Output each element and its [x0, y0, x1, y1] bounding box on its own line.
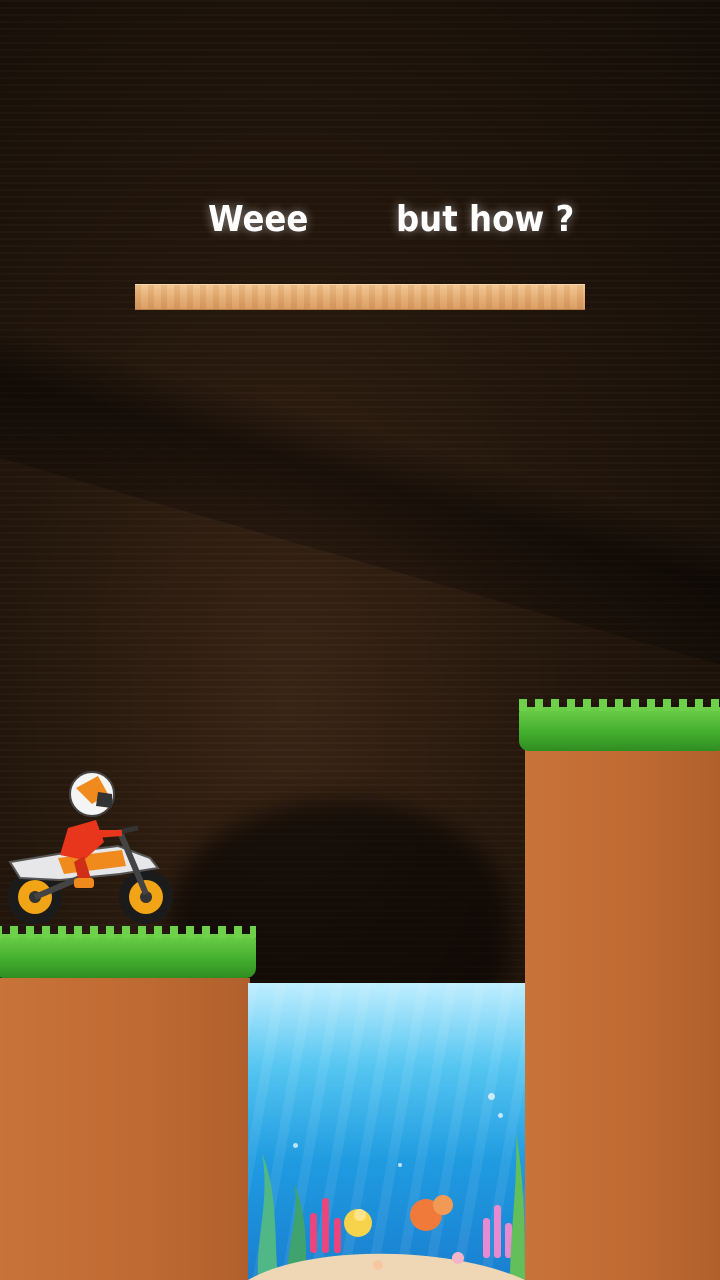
caption-left: Weee	[208, 199, 309, 240]
wooden-plank[interactable]	[135, 284, 585, 310]
left-cliff-grass	[0, 926, 256, 978]
coral-reef	[248, 1133, 525, 1280]
left-cliff	[0, 926, 256, 1280]
right-cliff	[519, 699, 720, 1280]
right-cliff-grass	[519, 699, 720, 751]
caption-right: but how ?	[396, 199, 575, 240]
water-gap	[248, 983, 525, 1280]
motorbike-rider[interactable]	[0, 770, 180, 930]
bike-sprite	[8, 771, 173, 924]
